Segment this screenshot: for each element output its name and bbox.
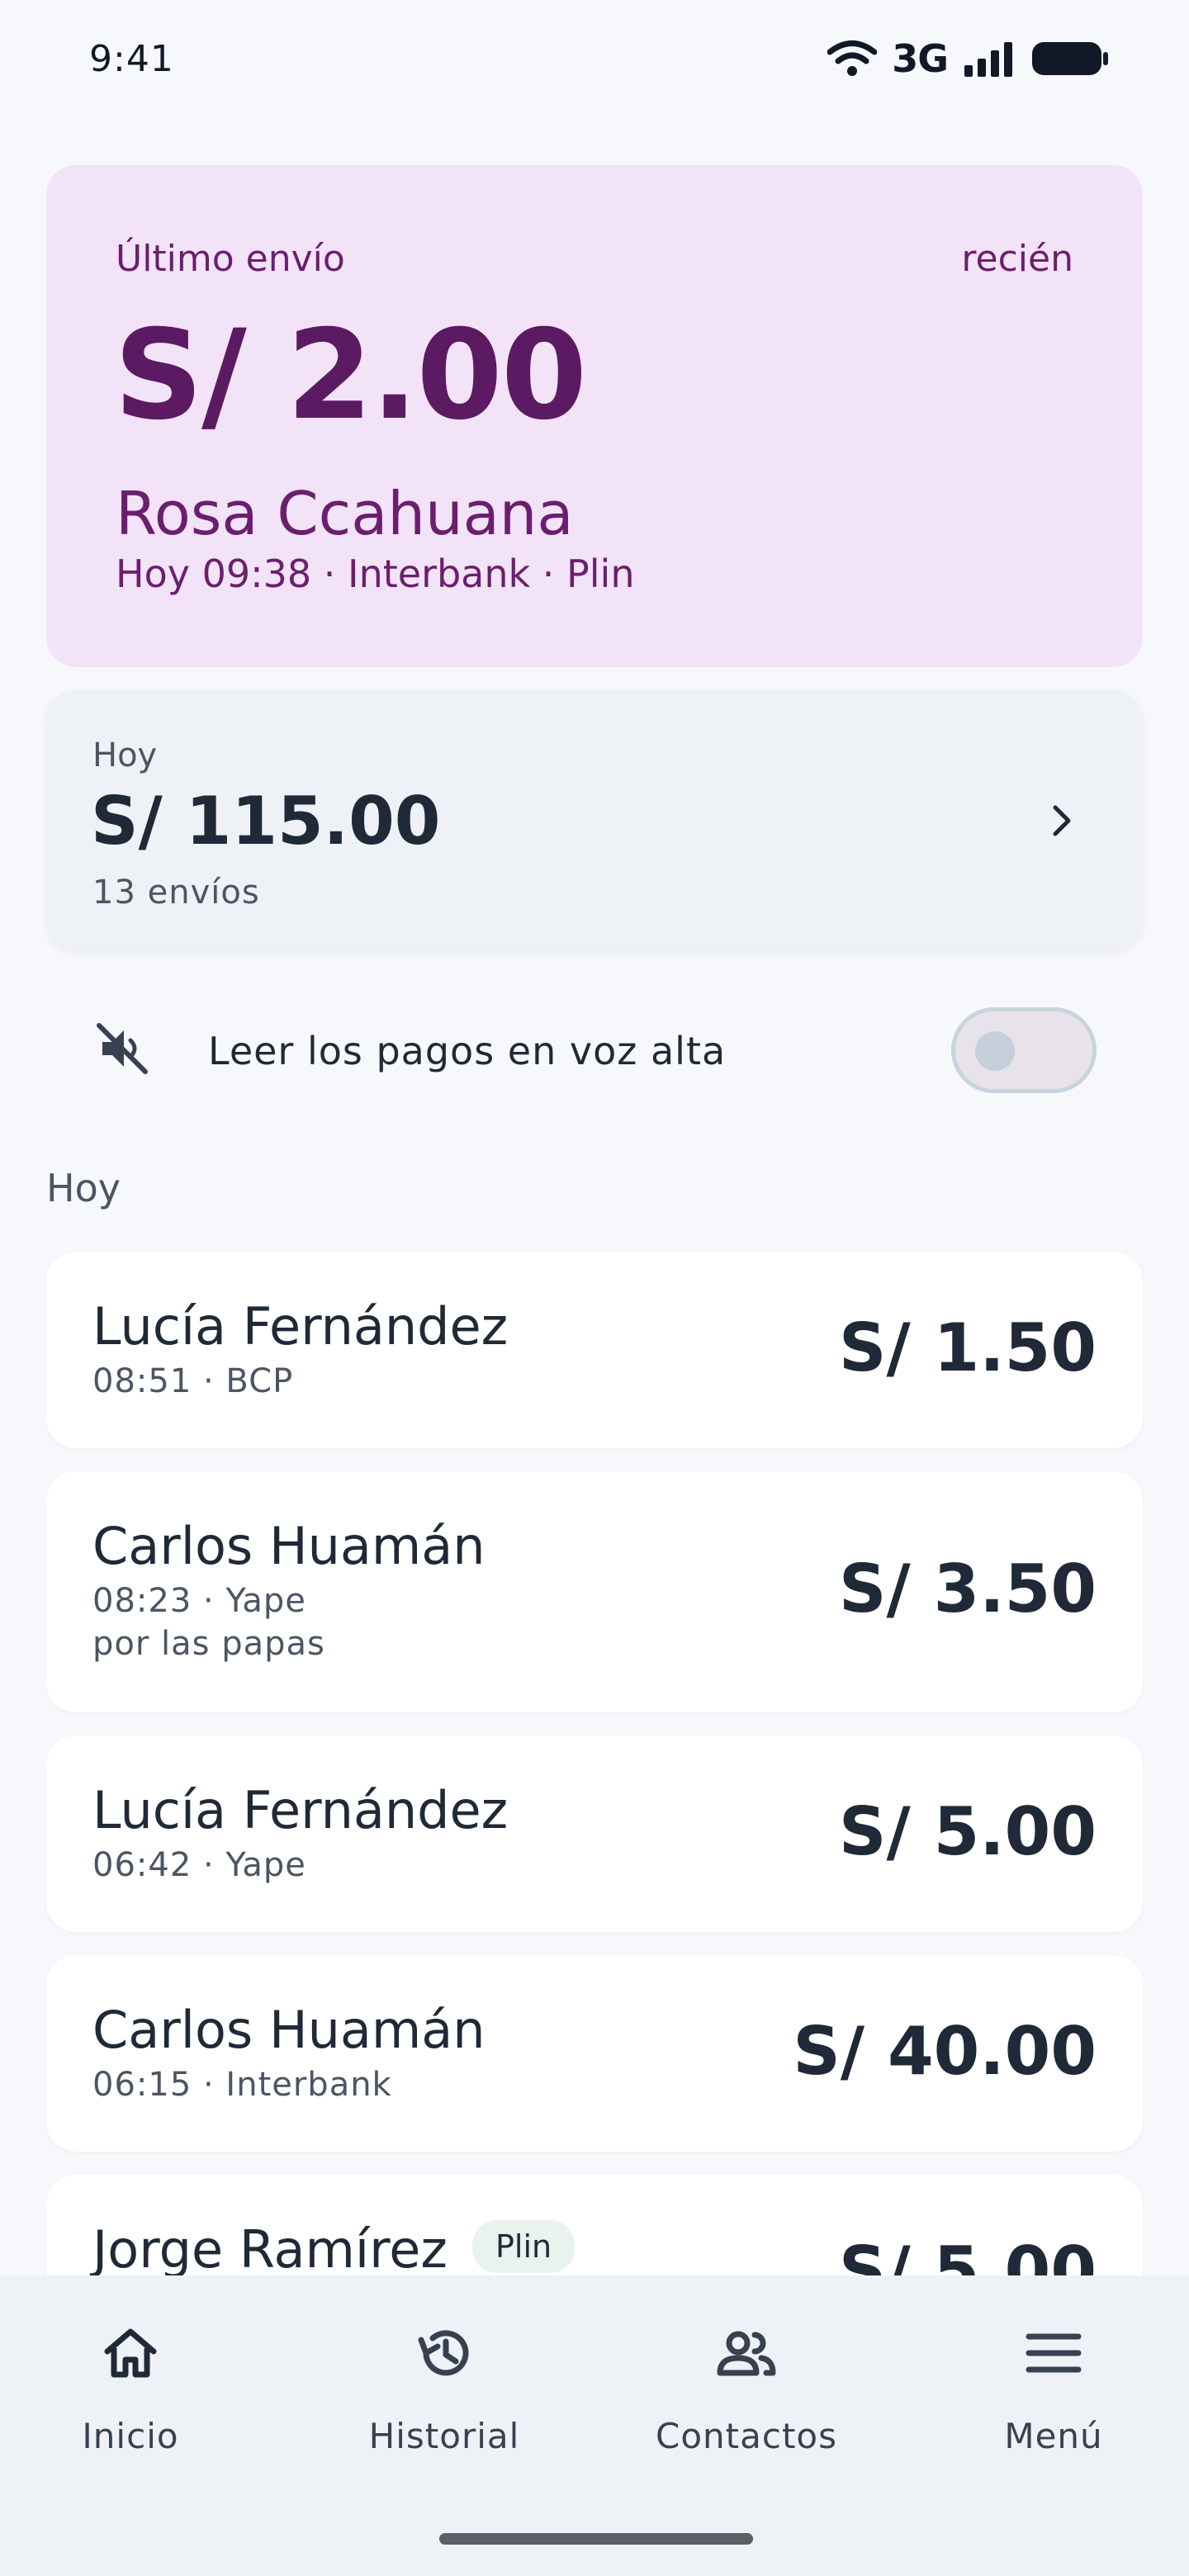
last-transfer-amount: S/ 2.00 [114,304,587,447]
transaction-amount: S/ 3.50 [838,1551,1097,1627]
voice-readout-label: Leer los pagos en voz alta [208,1029,727,1073]
today-count: 13 envíos [92,874,260,912]
battery-icon [1032,42,1108,75]
chevron-right-icon[interactable] [1040,799,1083,842]
transaction-amount: S/ 40.00 [793,2013,1097,2090]
nav-item-historial[interactable]: Historial [296,2322,593,2503]
bottom-navigation: Inicio Historial Contactos Menú [0,2275,1189,2576]
transaction-meta: 08:51 · BCP [92,1362,294,1400]
transaction-name-wrapper: Jorge Ramírez Plin [92,2219,576,2280]
nav-label: Menú [1004,2416,1103,2456]
nav-label: Historial [368,2416,520,2456]
history-icon [418,2330,469,2376]
last-transfer-name: Rosa Ccahuana [116,479,574,548]
today-amount: S/ 115.00 [91,783,441,859]
nav-item-inicio[interactable]: Inicio [0,2322,279,2503]
home-indicator[interactable] [439,2533,753,2545]
transaction-row[interactable]: Lucía Fernández 06:42 · Yape S/ 5.00 [46,1735,1143,1932]
today-summary-card[interactable]: Hoy S/ 115.00 13 envíos [46,690,1143,951]
transaction-note: por las papas [92,1625,325,1663]
voice-readout-toggle[interactable] [951,1007,1097,1093]
today-label: Hoy [92,736,158,774]
status-icons: 3G [827,36,1110,81]
transaction-meta: 06:15 · Interbank [92,2066,392,2104]
transaction-amount: S/ 5.00 [838,1793,1097,1870]
transaction-row[interactable]: Carlos Huamán 06:15 · Interbank S/ 40.00 [46,1955,1143,2152]
home-icon [104,2328,157,2378]
toggle-knob [975,1031,1015,1071]
transaction-name: Lucía Fernández [92,1296,509,1357]
last-transfer-label: Último envío [116,238,345,280]
network-label: 3G [892,36,949,81]
status-time: 9:41 [89,38,174,80]
contacts-icon [717,2331,776,2376]
nav-label: Contactos [656,2416,837,2456]
last-transfer-meta: Hoy 09:38 · Interbank · Plin [116,552,635,596]
transaction-name: Carlos Huamán [92,2000,486,2060]
last-transfer-time: recién [961,238,1073,280]
nav-label: Inicio [82,2416,179,2456]
menu-icon [1026,2333,1082,2373]
transaction-row[interactable]: Carlos Huamán 08:23 · Yape por las papas… [46,1471,1143,1712]
signal-icon [964,42,1012,77]
section-header: Hoy [46,1166,121,1210]
transaction-row[interactable]: Lucía Fernández 08:51 · BCP S/ 1.50 [46,1252,1143,1448]
voice-readout-row: Leer los pagos en voz alta [46,991,1143,1106]
wifi-icon [827,40,878,76]
transaction-name: Lucía Fernández [92,1780,509,1840]
last-transfer-card[interactable]: Último envío recién S/ 2.00 Rosa Ccahuan… [46,165,1143,667]
payment-badge: Plin [471,2219,576,2273]
status-bar: 9:41 3G [0,0,1189,116]
transaction-name: Carlos Huamán [92,1516,486,1576]
nav-item-menu[interactable]: Menú [905,2322,1189,2503]
transaction-name: Jorge Ramírez [92,2219,448,2280]
transaction-meta: 06:42 · Yape [92,1846,306,1884]
volume-off-icon [97,1023,148,1074]
transaction-amount: S/ 1.50 [838,1309,1097,1386]
transaction-meta: 08:23 · Yape [92,1582,306,1620]
nav-item-contactos[interactable]: Contactos [598,2322,895,2503]
